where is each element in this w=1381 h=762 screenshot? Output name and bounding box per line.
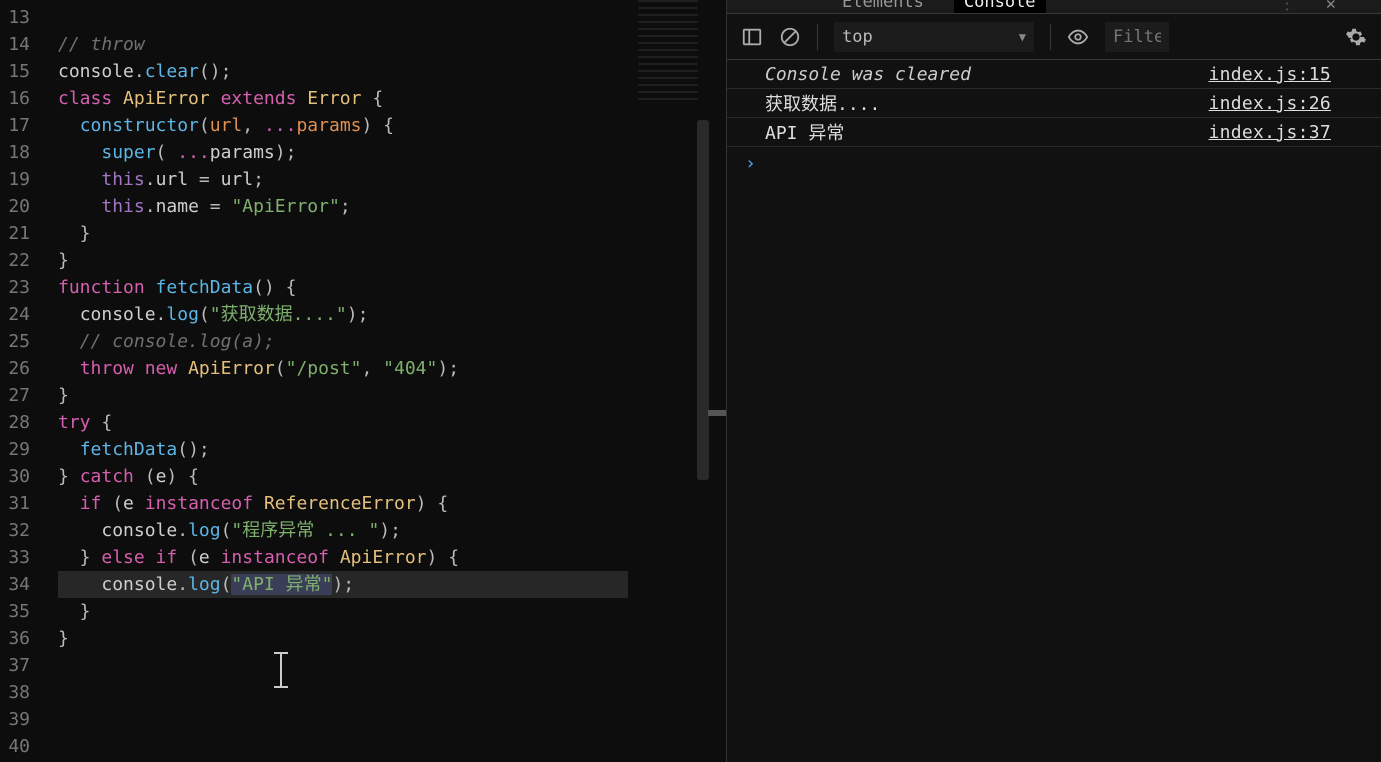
toolbar-separator <box>1050 24 1051 50</box>
editor-scroll-marker <box>708 410 726 416</box>
context-selector-value: top <box>842 27 873 47</box>
log-message: Console was cleared <box>765 64 971 85</box>
line-number: 17 <box>0 112 55 139</box>
code-area[interactable]: // throwconsole.clear();class ApiError e… <box>58 4 628 652</box>
line-number: 27 <box>0 382 55 409</box>
toolbar-separator <box>817 24 818 50</box>
tab-console[interactable]: Console <box>954 0 1046 13</box>
code-line[interactable]: } else if (e instanceof ApiError) { <box>58 544 628 571</box>
close-icon[interactable]: ✕ <box>1326 0 1336 14</box>
line-number: 20 <box>0 193 55 220</box>
code-line[interactable]: super( ...params); <box>58 139 628 166</box>
line-number: 19 <box>0 166 55 193</box>
console-sidebar-toggle-icon[interactable] <box>741 26 763 48</box>
console-log-row[interactable]: 获取数据.... index.js:26 <box>727 89 1381 118</box>
line-number: 25 <box>0 328 55 355</box>
code-line[interactable]: throw new ApiError("/post", "404"); <box>58 355 628 382</box>
console-log-row[interactable]: Console was cleared index.js:15 <box>727 60 1381 89</box>
line-number: 23 <box>0 274 55 301</box>
log-source-link[interactable]: index.js:15 <box>1208 64 1331 85</box>
editor-scrollbar-thumb[interactable] <box>697 120 709 480</box>
console-filter-input[interactable] <box>1105 22 1169 52</box>
code-line[interactable]: } <box>58 220 628 247</box>
line-number: 13 <box>0 4 55 31</box>
line-number: 16 <box>0 85 55 112</box>
line-number: 24 <box>0 301 55 328</box>
line-number: 26 <box>0 355 55 382</box>
code-line[interactable]: } <box>58 382 628 409</box>
log-source-link[interactable]: index.js:37 <box>1208 122 1331 143</box>
line-number: 34 <box>0 571 55 598</box>
code-line[interactable]: console.log("程序异常 ... "); <box>58 517 628 544</box>
code-line[interactable]: } <box>58 625 628 652</box>
console-log-list[interactable]: Console was cleared index.js:15 获取数据.... in… <box>727 60 1381 147</box>
devtools-tabstrip[interactable]: Elements Console ⋮ ✕ <box>727 0 1381 14</box>
console-toolbar: top ▼ <box>727 14 1381 60</box>
text-cursor-icon <box>280 654 282 686</box>
line-number: 36 <box>0 625 55 652</box>
code-line[interactable]: this.name = "ApiError"; <box>58 193 628 220</box>
code-line[interactable]: constructor(url, ...params) { <box>58 112 628 139</box>
code-line[interactable]: try { <box>58 409 628 436</box>
line-number: 35 <box>0 598 55 625</box>
settings-gear-icon[interactable] <box>1345 26 1367 48</box>
chevron-down-icon: ▼ <box>1019 30 1026 44</box>
code-editor-pane[interactable]: 1314151617181920212223242526272829303132… <box>0 0 727 762</box>
line-number: 29 <box>0 436 55 463</box>
code-line[interactable]: // console.log(a); <box>58 328 628 355</box>
log-message: 获取数据.... <box>765 90 880 116</box>
code-line[interactable]: this.url = url; <box>58 166 628 193</box>
line-number: 14 <box>0 31 55 58</box>
line-number: 33 <box>0 544 55 571</box>
clear-console-icon[interactable] <box>779 26 801 48</box>
code-line[interactable]: } <box>58 598 628 625</box>
minimap[interactable] <box>638 0 698 100</box>
log-message: API 异常 <box>765 119 844 145</box>
code-line[interactable]: class ApiError extends Error { <box>58 85 628 112</box>
code-line[interactable]: fetchData(); <box>58 436 628 463</box>
line-number: 18 <box>0 139 55 166</box>
code-line[interactable]: function fetchData() { <box>58 274 628 301</box>
line-number: 37 <box>0 652 55 679</box>
devtools-panel: Elements Console ⋮ ✕ top ▼ <box>727 0 1381 762</box>
line-number: 30 <box>0 463 55 490</box>
warning-icon[interactable]: ⋮ <box>1279 0 1296 14</box>
code-line[interactable]: console.log("获取数据...."); <box>58 301 628 328</box>
line-number: 15 <box>0 58 55 85</box>
log-source-link[interactable]: index.js:26 <box>1208 93 1331 114</box>
code-line[interactable]: } catch (e) { <box>58 463 628 490</box>
line-number: 28 <box>0 409 55 436</box>
line-number: 32 <box>0 517 55 544</box>
line-number-gutter: 1314151617181920212223242526272829303132… <box>0 0 55 760</box>
console-prompt[interactable]: › <box>727 147 1381 174</box>
line-number: 21 <box>0 220 55 247</box>
live-expression-icon[interactable] <box>1067 26 1089 48</box>
line-number: 22 <box>0 247 55 274</box>
console-log-row[interactable]: API 异常 index.js:37 <box>727 118 1381 147</box>
code-line[interactable]: console.log("API 异常"); <box>58 571 628 598</box>
code-line[interactable] <box>58 4 628 31</box>
code-line[interactable]: } <box>58 247 628 274</box>
line-number: 39 <box>0 706 55 733</box>
line-number: 38 <box>0 679 55 706</box>
tab-elements[interactable]: Elements <box>842 0 924 13</box>
code-line[interactable]: if (e instanceof ReferenceError) { <box>58 490 628 517</box>
line-number: 31 <box>0 490 55 517</box>
line-number: 40 <box>0 733 55 760</box>
code-line[interactable]: console.clear(); <box>58 58 628 85</box>
code-line[interactable]: // throw <box>58 31 628 58</box>
context-selector[interactable]: top ▼ <box>834 22 1034 52</box>
